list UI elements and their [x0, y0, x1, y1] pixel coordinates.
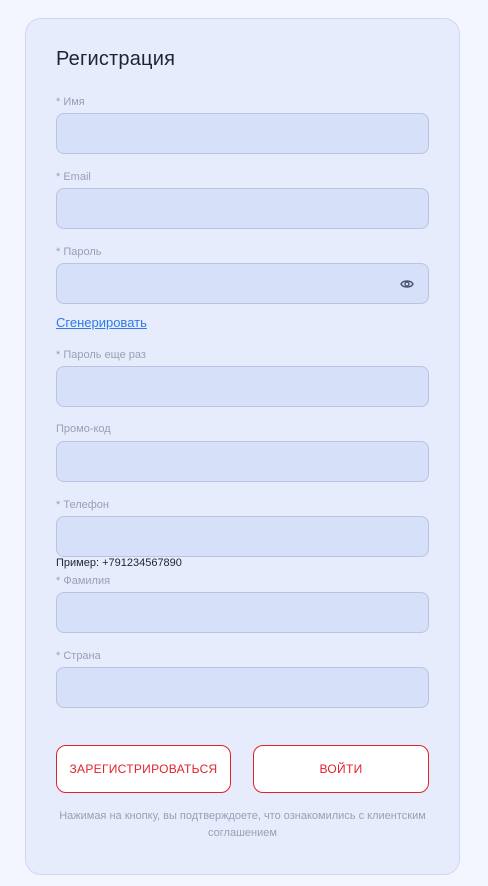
password-field[interactable]: [56, 263, 429, 304]
consent-text: Нажимая на кнопку, вы подтверждоете, что…: [59, 810, 426, 839]
phone-field[interactable]: [56, 516, 429, 557]
phone-input[interactable]: [57, 517, 428, 556]
name-field[interactable]: [56, 113, 429, 154]
password-repeat-input[interactable]: [57, 367, 428, 406]
promo-field[interactable]: [56, 441, 429, 482]
promo-input[interactable]: [57, 442, 428, 481]
promo-label: Промо-код: [56, 423, 111, 435]
country-input[interactable]: [57, 668, 428, 707]
country-label: * Страна: [56, 650, 101, 662]
register-button[interactable]: ЗАРЕГИСТРИРОВАТЬСЯ: [56, 745, 231, 793]
email-field[interactable]: [56, 188, 429, 229]
generate-password-link[interactable]: Сгенерировать: [56, 315, 147, 330]
name-label: * Имя: [56, 96, 85, 108]
eye-icon[interactable]: [400, 278, 414, 290]
email-input[interactable]: [57, 189, 428, 228]
page-title: Регистрация: [56, 48, 176, 70]
phone-label: * Телефон: [56, 499, 109, 511]
login-button[interactable]: ВОЙТИ: [253, 745, 429, 793]
password-label: * Пароль: [56, 246, 102, 258]
password-repeat-label: * Пароль еще раз: [56, 349, 146, 361]
country-field[interactable]: [56, 667, 429, 708]
password-repeat-field[interactable]: [56, 366, 429, 407]
phone-hint: Пример: +791234567890: [56, 557, 182, 569]
surname-field[interactable]: [56, 592, 429, 633]
password-input[interactable]: [57, 264, 428, 303]
surname-label: * Фамилия: [56, 575, 111, 587]
registration-card: Регистрация * Имя * Email * Пароль Сгене…: [25, 18, 460, 875]
email-label: * Email: [56, 171, 91, 183]
name-input[interactable]: [57, 114, 428, 153]
surname-input[interactable]: [57, 593, 428, 632]
